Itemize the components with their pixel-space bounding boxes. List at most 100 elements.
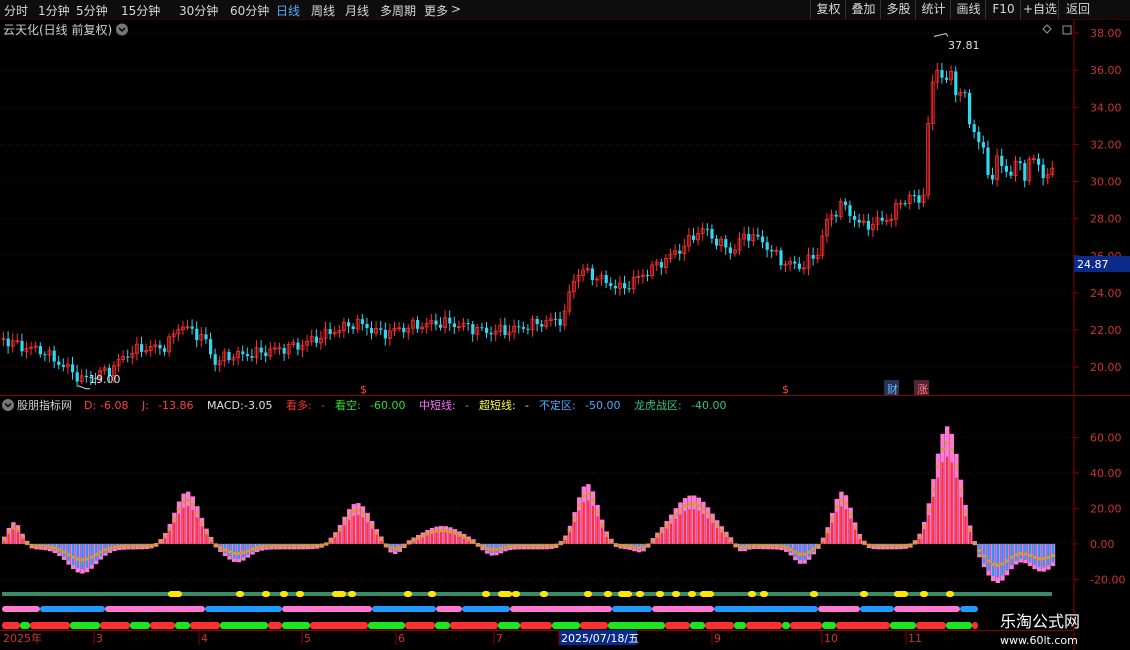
tab-30min[interactable]: 30分钟 [179,2,218,19]
candle-body [880,217,884,221]
tab-fenshi[interactable]: 分时 [4,2,28,19]
signal-mark [719,529,724,533]
yellow-signal [512,591,520,597]
f10-button[interactable]: F10 [985,0,1021,19]
buy-sell-strip-segment [520,622,552,629]
indicator-value-label: 龙虎战区: [634,399,682,412]
yellow-signal [262,591,270,597]
add-watchlist-button[interactable]: +自选 [1020,0,1059,19]
signal-mark [374,531,379,535]
buy-sell-strip-segment [150,622,175,629]
title-dropdown-icon[interactable] [116,23,128,36]
back-button[interactable]: 返回 [1058,0,1097,19]
tab-weekly[interactable]: 周线 [311,2,335,19]
indicator-dropdown-icon[interactable] [2,399,14,411]
signal-mark [581,494,586,498]
event-marker[interactable]: $ [782,383,789,396]
signal-mark [411,539,416,543]
draw-line-button[interactable]: 画线 [950,0,986,19]
signal-mark [926,509,931,513]
macd-bar [578,510,581,544]
multi-stock-button[interactable]: 多股 [880,0,916,19]
diamond-icon[interactable] [1042,24,1052,34]
overlay-button[interactable]: 叠加 [845,0,881,19]
signal-mark [227,550,232,554]
macd-bar [430,533,433,544]
signal-mark [991,562,996,566]
yellow-signal [860,591,868,597]
candle-body [986,147,990,175]
signal-mark [11,525,16,529]
signal-mark [153,543,159,547]
yellow-signal [748,591,756,597]
macd-bar [656,537,659,544]
candle-body [328,329,332,334]
signal-mark [567,528,573,532]
candle-body [535,318,539,325]
buy-sell-strip-segment [946,622,972,629]
buy-sell-strip-segment [690,622,705,629]
macd-bar [688,509,691,544]
yellow-signal [946,591,954,597]
restore-rights-button[interactable]: 复权 [810,0,846,19]
tab-monthly[interactable]: 月线 [345,2,369,19]
yellow-signal [236,591,244,597]
signal-mark [659,529,665,533]
event-marker[interactable]: 财 [887,382,898,396]
signal-mark [34,544,39,548]
candle-body [71,364,75,373]
tab-daily[interactable]: 日线 [276,2,300,19]
signal-mark [558,542,563,546]
buy-sell-strip-segment [220,622,268,629]
signal-mark [508,544,513,548]
more-arrow-icon[interactable]: > [451,2,461,16]
indicator-value: -60.00 [370,399,405,412]
signal-mark [655,534,660,538]
tab-1min[interactable]: 1分钟 [38,2,70,19]
signal-mark [291,544,297,548]
event-marker[interactable]: 涨 [917,383,928,396]
indicator-bars [2,426,1056,583]
tab-5min[interactable]: 5分钟 [76,2,108,19]
signal-mark [830,517,835,521]
signal-mark [995,563,1000,567]
event-marker[interactable]: $ [360,383,367,396]
signal-mark [1037,557,1042,561]
candle-body [365,323,369,329]
signal-mark [268,544,274,548]
macd-bar [720,532,723,544]
tab-multi-period[interactable]: 多周期 [380,2,416,19]
macd-bar [955,477,958,544]
signal-mark [158,540,163,544]
macd-bar [946,456,949,544]
macd-bar [927,515,930,544]
macd-bar [964,516,967,544]
signal-mark [84,557,90,561]
macd-bar [426,535,429,544]
signal-mark [834,505,839,509]
signal-mark [420,534,425,538]
indicator-tick-label: 60.00 [1090,431,1122,444]
trend-strip-segment [652,606,714,612]
statistics-button[interactable]: 统计 [915,0,951,19]
yellow-signal [894,591,908,597]
macd-bar [665,528,668,544]
signal-mark [282,544,287,548]
signal-mark [954,465,959,469]
candle-body [779,250,783,266]
macd-bar [187,506,190,544]
macd-bar [596,516,599,544]
signal-mark [784,545,789,549]
signal-mark [6,530,11,534]
macd-bar [233,543,236,559]
macd-bar [992,543,995,577]
macd-bar [674,518,677,544]
tab-15min[interactable]: 15分钟 [121,2,160,19]
tab-60min[interactable]: 60分钟 [230,2,269,19]
macd-bar [941,462,944,544]
tab-more[interactable]: 更多 [424,2,448,19]
candle-body [503,325,507,335]
trend-strip-segment [960,606,978,612]
trend-strip-segment [282,606,372,612]
macd-bar [660,533,663,544]
